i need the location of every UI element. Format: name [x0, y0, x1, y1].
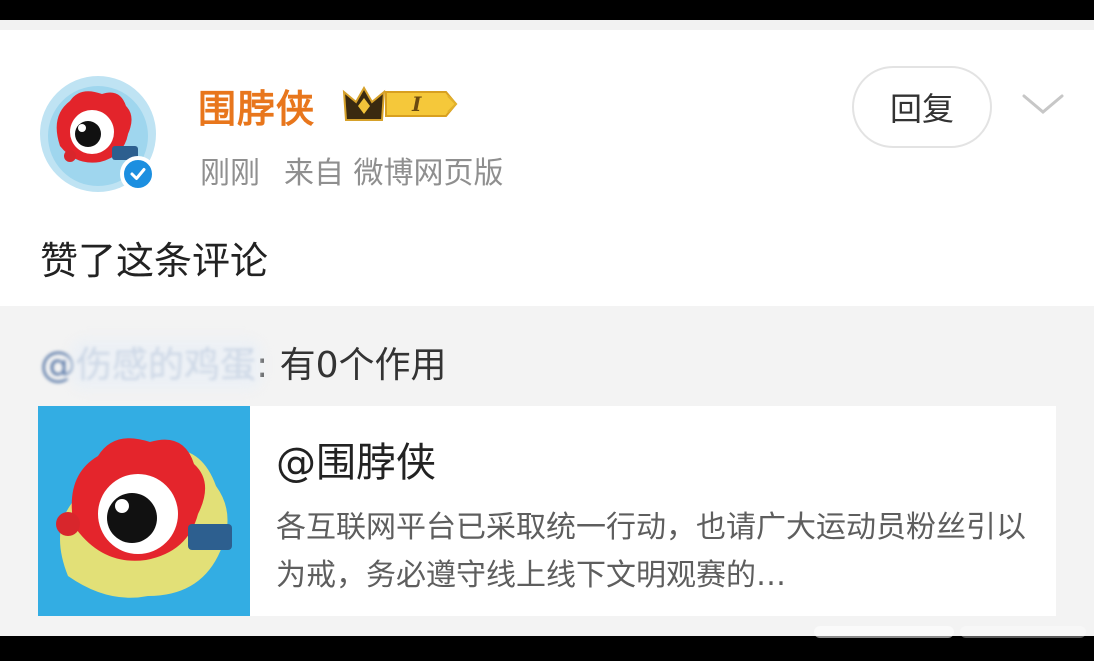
quoted-comment-text: : 有0个作用 — [256, 345, 447, 386]
quoted-mention[interactable]: @伤感的鸡蛋 — [40, 345, 256, 386]
card-title: @围脖侠 — [276, 440, 436, 486]
weibo-comment-screen: 围脖侠 I 刚刚 来自 微博网页版 回复 赞了这条评论 @伤感的鸡蛋: 有0个作用 — [0, 20, 1094, 656]
reply-button[interactable]: 回复 — [852, 66, 992, 148]
card-description: 各互联网平台已采取统一行动，也请广大运动员粉丝引以为戒，务必遵守线上线下文明观赛… — [276, 510, 1026, 593]
verified-check-icon — [120, 156, 156, 192]
username[interactable]: 围脖侠 — [198, 78, 315, 133]
vip-level-text: I — [411, 92, 422, 116]
card-thumbnail — [38, 406, 250, 616]
watermark-graphic — [814, 626, 1086, 638]
post-time: 刚刚 — [200, 156, 260, 191]
quoted-comment-area[interactable]: @伤感的鸡蛋: 有0个作用 @围脖侠 各互联网平台已采取统一行动，也请广大运动员… — [0, 306, 1094, 656]
comment-text: 赞了这条评论 — [40, 239, 269, 283]
shared-post-card[interactable]: @围脖侠 各互联网平台已采取统一行动，也请广大运动员粉丝引以为戒，务必遵守线上线… — [38, 406, 1056, 616]
crown-vip-icon[interactable]: I — [342, 84, 464, 124]
chevron-down-icon[interactable] — [1020, 90, 1066, 118]
post-source: 来自 微博网页版 — [284, 156, 504, 191]
top-divider — [0, 20, 1094, 30]
quoted-comment-line: @伤感的鸡蛋: 有0个作用 — [40, 336, 447, 388]
post-meta: 刚刚 来自 微博网页版 — [200, 148, 504, 192]
